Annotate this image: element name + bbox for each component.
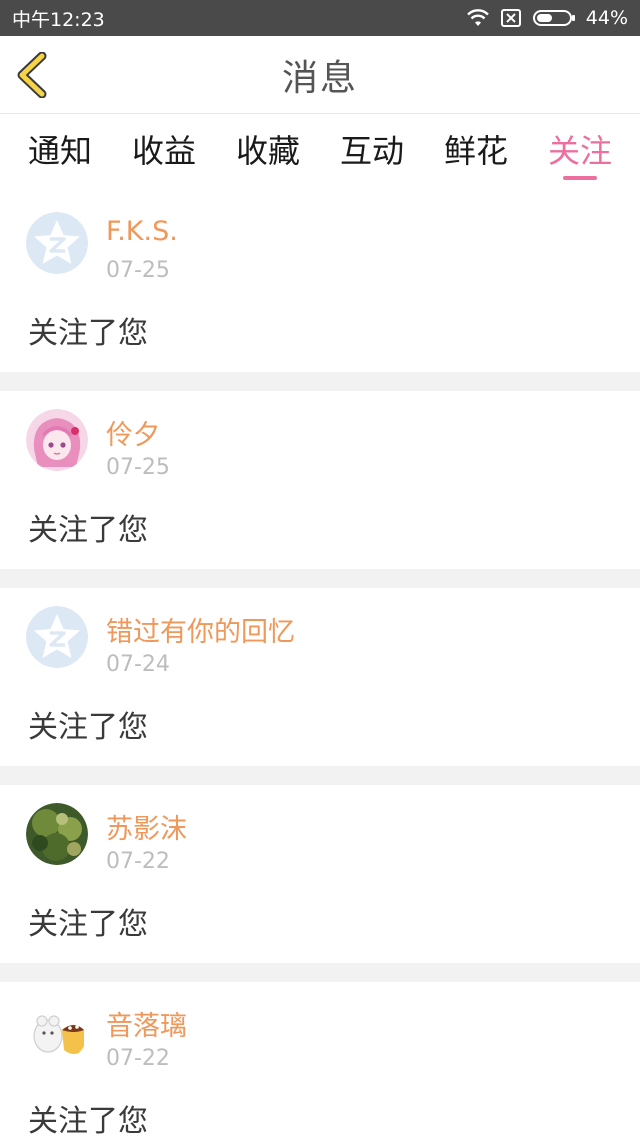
wifi-icon <box>466 9 489 26</box>
status-icons: 44% <box>466 7 628 29</box>
battery-indicator <box>532 8 576 28</box>
page-title: 消息 <box>281 57 358 99</box>
battery-percent: 44% <box>585 7 628 29</box>
username[interactable]: F.K.S. <box>106 216 178 247</box>
default-avatar-icon <box>26 606 88 668</box>
message-date: 07-25 <box>106 455 170 480</box>
tab-favorites[interactable]: 收藏 <box>228 126 308 172</box>
nature-photo-avatar <box>26 803 88 865</box>
tab-earnings[interactable]: 收益 <box>124 126 204 172</box>
status-bar: 中午12:23 44% <box>0 0 640 36</box>
username[interactable]: 苏影沫 <box>106 807 187 846</box>
app-header: 消息 <box>0 36 640 114</box>
default-avatar-icon <box>26 212 88 274</box>
avatar[interactable] <box>26 212 88 274</box>
list-item[interactable]: F.K.S. 07-25 关注了您 <box>0 194 640 372</box>
list-item[interactable]: 苏影沫 07-22 关注了您 <box>0 785 640 963</box>
message-date: 07-25 <box>106 258 170 283</box>
username[interactable]: 错过有你的回忆 <box>106 610 295 649</box>
list-item[interactable]: 错过有你的回忆 07-24 关注了您 <box>0 588 640 766</box>
message-text: 关注了您 <box>28 907 148 942</box>
tab-interactions[interactable]: 互动 <box>332 126 412 172</box>
tab-flowers[interactable]: 鲜花 <box>436 126 516 172</box>
message-text: 关注了您 <box>28 710 148 745</box>
message-date: 07-22 <box>106 849 170 874</box>
username[interactable]: 伶夕 <box>106 413 160 452</box>
tab-bar: 通知 收益 收藏 互动 鲜花 关注 <box>0 114 640 194</box>
avatar[interactable] <box>26 803 88 865</box>
list-item[interactable]: 音落璃 07-22 关注了您 <box>0 982 640 1138</box>
list-item[interactable]: 伶夕 07-25 关注了您 <box>0 391 640 569</box>
message-text: 关注了您 <box>28 316 148 351</box>
avatar[interactable] <box>26 409 88 471</box>
message-text: 关注了您 <box>28 1104 148 1138</box>
active-tab-indicator <box>563 176 597 180</box>
avatar[interactable] <box>26 606 88 668</box>
avatar[interactable] <box>26 1000 88 1062</box>
username[interactable]: 音落璃 <box>106 1004 187 1043</box>
battery-icon <box>532 10 575 26</box>
chevron-left-icon <box>17 51 47 99</box>
cartoon-animal-avatar <box>26 1000 88 1062</box>
message-date: 07-22 <box>106 1046 170 1071</box>
tab-following[interactable]: 关注 <box>540 126 620 172</box>
back-button[interactable] <box>14 51 54 99</box>
message-date: 07-24 <box>106 652 170 677</box>
status-time: 中午12:23 <box>12 8 105 31</box>
tab-notifications[interactable]: 通知 <box>20 126 100 172</box>
anime-girl-avatar <box>26 409 88 471</box>
no-sim-icon <box>500 9 521 27</box>
message-text: 关注了您 <box>28 513 148 548</box>
